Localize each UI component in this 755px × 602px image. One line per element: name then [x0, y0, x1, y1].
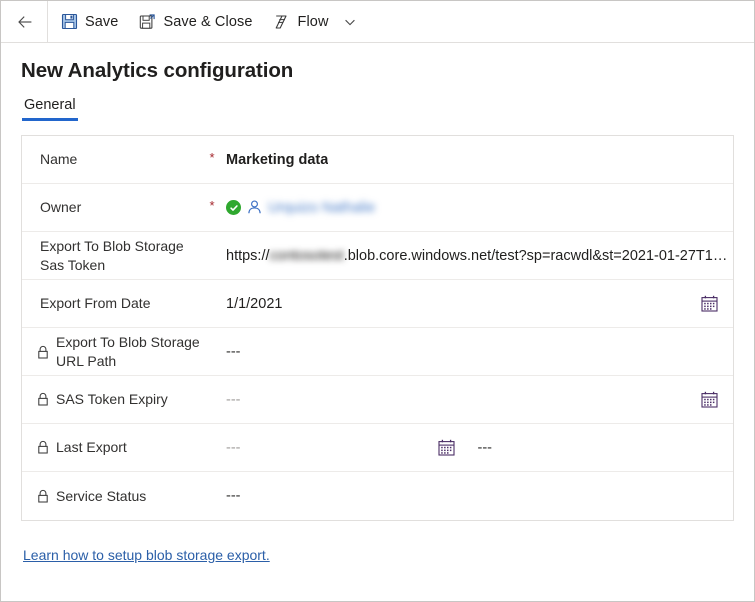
flow-overflow-button[interactable]	[339, 2, 361, 42]
back-button[interactable]	[7, 2, 43, 42]
tab-general-label: General	[24, 97, 76, 113]
flow-button[interactable]: Flow	[263, 2, 339, 42]
save-and-close-button[interactable]: Save & Close	[128, 2, 262, 42]
record-form-window: Save Save & Close	[0, 0, 755, 602]
field-label-sas-token-expiry-text: SAS Token Expiry	[56, 390, 168, 409]
sas-token-prefix: https://	[226, 248, 270, 264]
flow-icon	[273, 13, 291, 31]
field-value-owner[interactable]: Urquizo Nathalie	[224, 199, 683, 216]
blob-url-path-value: ---	[226, 344, 241, 360]
field-end-sas-token-expiry	[689, 390, 719, 409]
field-label-name: Name	[22, 150, 200, 169]
required-indicator-owner: *	[200, 201, 224, 214]
form-row-name: Name * Marketing data	[22, 136, 733, 184]
export-from-date-value: 1/1/2021	[226, 296, 282, 312]
lock-icon	[36, 344, 49, 359]
calendar-icon[interactable]	[700, 390, 719, 409]
lock-icon	[36, 440, 49, 455]
command-bar-divider	[47, 1, 48, 43]
tab-general[interactable]: General	[22, 95, 78, 121]
save-floppy-icon	[60, 13, 78, 31]
field-label-owner-text: Owner	[40, 198, 81, 217]
owner-name-value: Urquizo Nathalie	[268, 200, 375, 216]
save-button-label: Save	[85, 14, 118, 30]
field-label-blob-url-path: Export To Blob Storage URL Path	[22, 333, 200, 371]
back-arrow-icon	[16, 13, 34, 31]
field-label-export-from-date-text: Export From Date	[40, 294, 150, 313]
page-header: New Analytics configuration General	[1, 43, 754, 121]
field-value-name[interactable]: Marketing data	[224, 152, 683, 168]
required-indicator-name: *	[200, 153, 224, 166]
field-label-last-export: Last Export	[22, 438, 200, 457]
last-export-datetime-group: ---	[226, 438, 683, 457]
flow-button-label: Flow	[298, 14, 329, 30]
tab-strip: General	[21, 95, 754, 121]
save-and-close-icon	[138, 13, 156, 31]
sas-token-value: https://contosotest.blob.core.windows.ne…	[226, 248, 727, 264]
field-label-name-text: Name	[40, 150, 77, 169]
required-asterisk-icon: *	[209, 199, 214, 212]
form-row-blob-url-path: Export To Blob Storage URL Path ---	[22, 328, 733, 376]
form-row-owner: Owner *	[22, 184, 733, 232]
field-label-export-from-date: Export From Date	[22, 294, 200, 313]
field-label-service-status: Service Status	[22, 487, 200, 506]
calendar-icon[interactable]	[437, 438, 456, 457]
form-row-service-status: Service Status ---	[22, 472, 733, 520]
calendar-icon[interactable]	[700, 294, 719, 313]
form-row-sas-token: Export To Blob Storage Sas Token https:/…	[22, 232, 733, 280]
field-value-last-export: ---	[224, 438, 683, 457]
form-row-export-from-date: Export From Date 1/1/2021	[22, 280, 733, 328]
page-title: New Analytics configuration	[21, 59, 754, 83]
field-label-sas-token-text: Export To Blob Storage Sas Token	[40, 237, 200, 275]
lock-icon	[36, 488, 49, 503]
command-bar: Save Save & Close	[1, 1, 754, 43]
field-label-sas-token-expiry: SAS Token Expiry	[22, 390, 200, 409]
save-and-close-button-label: Save & Close	[163, 14, 252, 30]
chevron-down-icon	[341, 13, 359, 31]
field-value-service-status: ---	[224, 488, 683, 504]
field-label-blob-url-path-text: Export To Blob Storage URL Path	[56, 333, 200, 371]
learn-blob-storage-export-link[interactable]: Learn how to setup blob storage export.	[23, 547, 270, 563]
validated-check-icon	[226, 200, 241, 215]
last-export-date-value: ---	[226, 440, 241, 456]
field-value-sas-token-expiry: ---	[224, 392, 683, 408]
lock-icon	[36, 392, 49, 407]
owner-lookup-chip[interactable]: Urquizo Nathalie	[226, 199, 375, 216]
form-row-sas-token-expiry: SAS Token Expiry ---	[22, 376, 733, 424]
footer-area: Learn how to setup blob storage export.	[1, 521, 754, 565]
save-button[interactable]: Save	[50, 2, 128, 42]
field-value-sas-token[interactable]: https://contosotest.blob.core.windows.ne…	[224, 248, 683, 264]
name-input-value: Marketing data	[226, 152, 328, 168]
sas-token-blurred-account: contosotest	[270, 248, 344, 264]
field-label-owner: Owner	[22, 198, 200, 217]
sas-token-suffix: .blob.core.windows.net/test?sp=racwdl&st…	[344, 248, 728, 264]
required-asterisk-icon: *	[209, 151, 214, 164]
field-value-export-from-date[interactable]: 1/1/2021	[224, 296, 683, 312]
field-label-service-status-text: Service Status	[56, 487, 146, 506]
person-icon	[246, 199, 263, 216]
general-form-card: Name * Marketing data Owner *	[21, 135, 734, 521]
last-export-time-value: ---	[478, 440, 493, 456]
field-value-blob-url-path: ---	[224, 344, 683, 360]
service-status-value: ---	[226, 488, 241, 504]
sas-token-expiry-value: ---	[226, 392, 241, 408]
form-row-last-export: Last Export ---	[22, 424, 733, 472]
field-label-sas-token: Export To Blob Storage Sas Token	[22, 237, 200, 275]
field-end-export-from-date	[689, 294, 719, 313]
field-label-last-export-text: Last Export	[56, 438, 127, 457]
